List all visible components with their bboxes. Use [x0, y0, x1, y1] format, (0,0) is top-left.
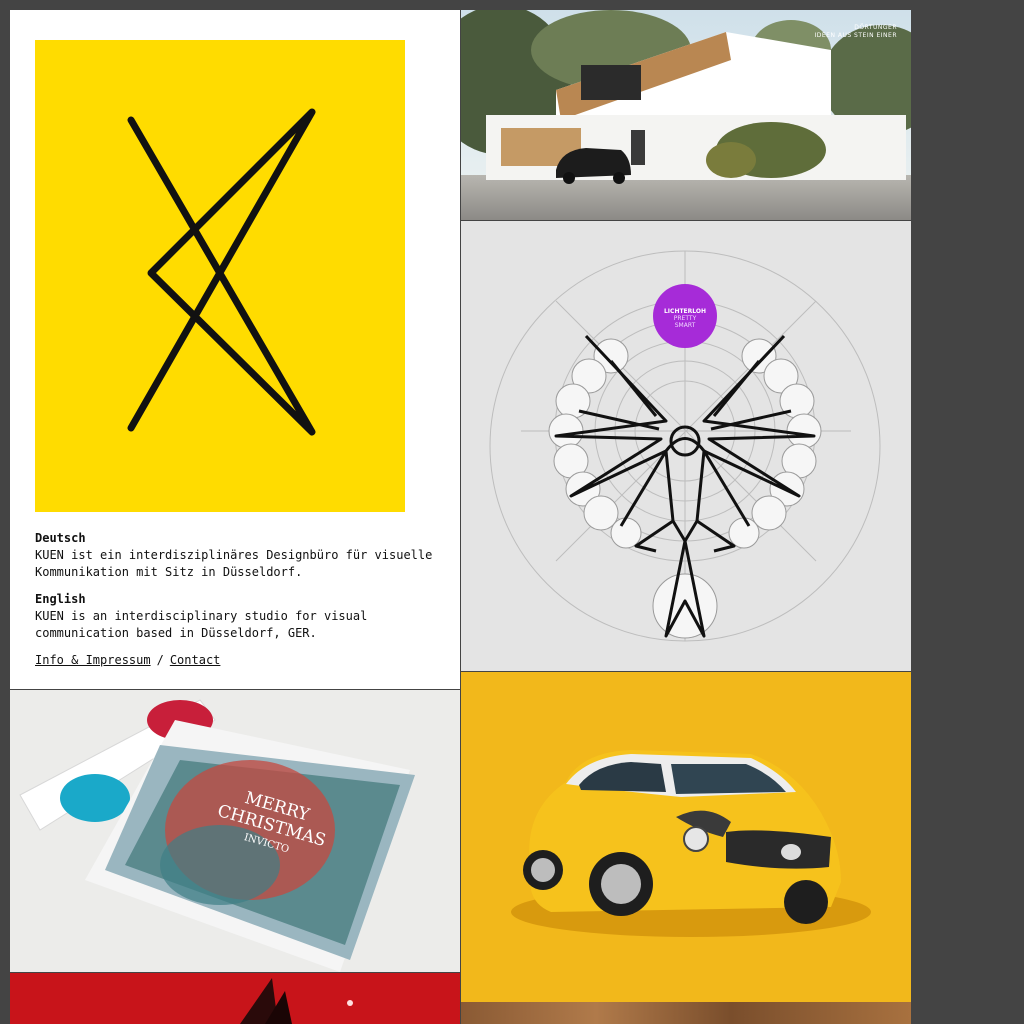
eagle-badge-line3: SMART [675, 322, 696, 329]
info-impressum-link[interactable]: Info & Impressum [35, 653, 151, 667]
christmas-card-image: MERRY CHRISTMAS INVICTO [10, 690, 460, 972]
house-caption-line2: IDEEN AUS STEIN EINER [814, 32, 897, 39]
project-tile-wood[interactable] [461, 1002, 911, 1024]
contact-link[interactable]: Contact [170, 653, 221, 667]
eagle-badge-line1: LICHTERLOH [664, 308, 706, 315]
eagle-badge-line2: PRETTY [674, 315, 697, 322]
link-separator: / [156, 653, 164, 667]
english-title: English [35, 592, 86, 606]
project-tile-red[interactable] [10, 973, 460, 1024]
project-tile-house[interactable]: DÖRTUNGER IDEEN AUS STEIN EINER [461, 10, 911, 220]
english-text: KUEN is an interdisciplinary studio for … [35, 609, 368, 640]
kuen-logo[interactable] [35, 40, 405, 512]
project-tile-christmas-card[interactable]: MERRY CHRISTMAS INVICTO [10, 690, 460, 972]
deutsch-title: Deutsch [35, 531, 86, 545]
footer-links: Info & Impressum / Contact [35, 652, 445, 669]
deutsch-text: KUEN ist ein interdisziplinäres Designbü… [35, 548, 433, 579]
intro-text: Deutsch KUEN ist ein interdisziplinäres … [35, 530, 445, 669]
eagle-image: LICHTERLOH PRETTY SMART [489, 250, 881, 642]
project-tile-eagle[interactable]: LICHTERLOH PRETTY SMART [461, 221, 911, 671]
deutsch-block: Deutsch KUEN ist ein interdisziplinäres … [35, 530, 445, 581]
english-block: English KUEN is an interdisciplinary stu… [35, 591, 445, 642]
project-tile-car[interactable] [461, 672, 911, 1002]
red-project-image [10, 973, 460, 1024]
house-image [461, 10, 911, 220]
house-caption: DÖRTUNGER IDEEN AUS STEIN EINER [814, 24, 897, 40]
kuen-logo-graphic [35, 40, 405, 512]
intro-panel: Deutsch KUEN ist ein interdisziplinäres … [10, 10, 460, 689]
house-caption-line1: DÖRTUNGER [854, 24, 897, 31]
car-image [461, 672, 911, 1002]
